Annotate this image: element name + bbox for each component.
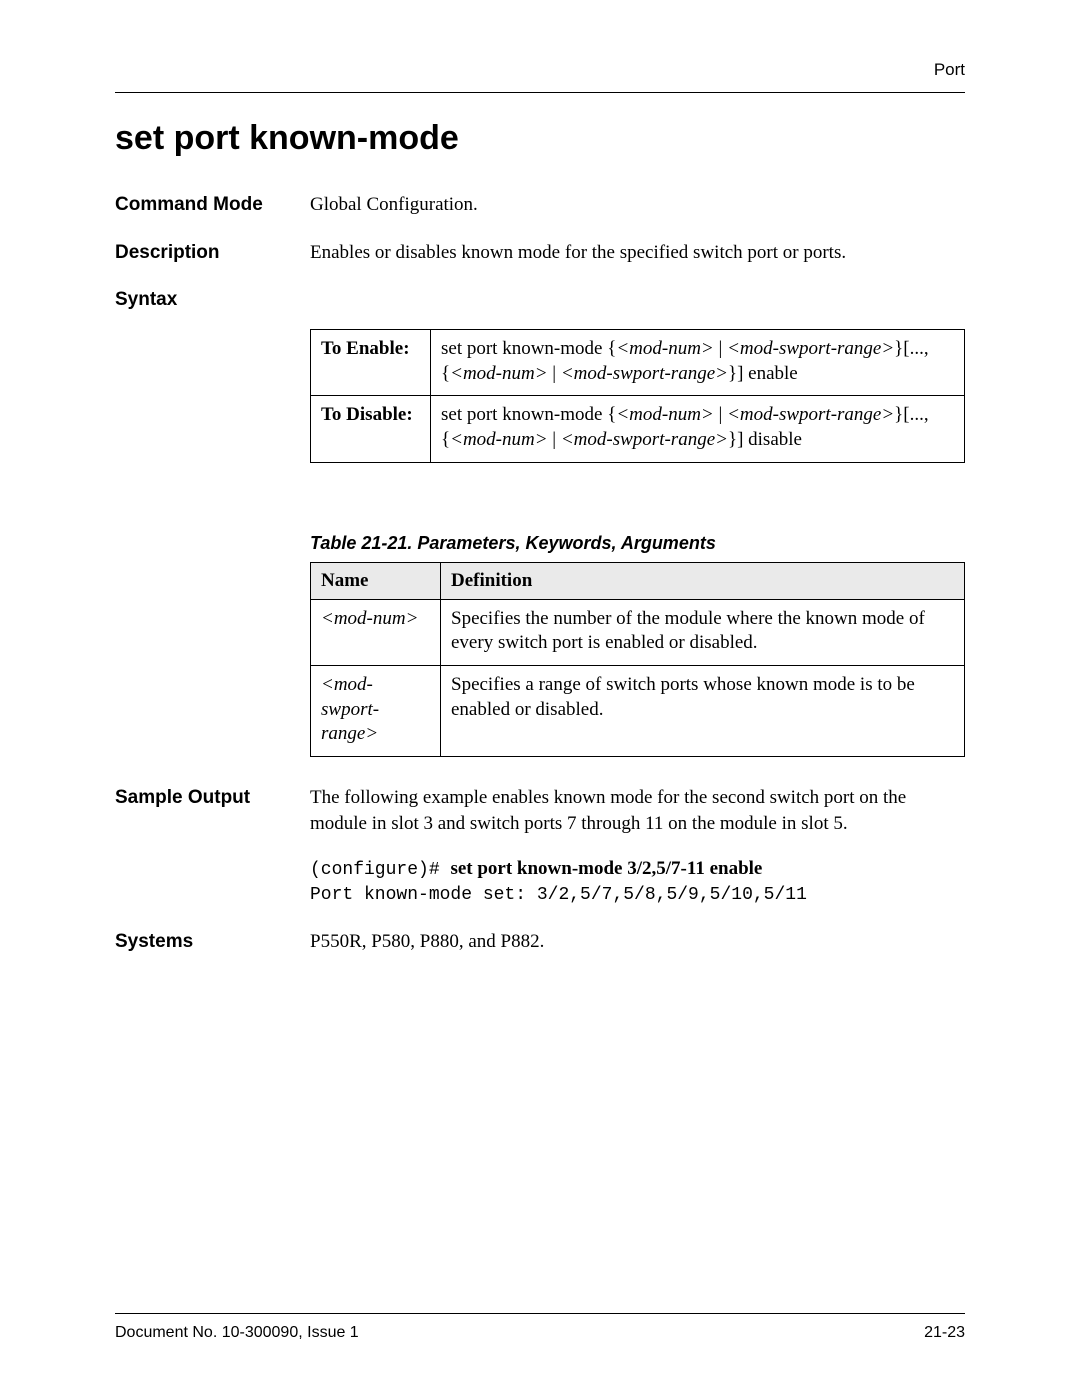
command-mode-value: Global Configuration. [310,192,965,218]
description-value: Enables or disables known mode for the s… [310,240,965,266]
syntax-block: Syntax To Enable: set port known-mode {<… [115,287,965,462]
syntax-row-label: To Disable: [311,396,431,462]
row-command-mode: Command Mode Global Configuration. [115,192,965,218]
param-def: Specifies a range of switch ports whose … [441,666,965,757]
systems-label: Systems [115,929,310,955]
table-row: To Enable: set port known-mode {<mod-num… [311,329,965,395]
syntax-row-body: set port known-mode {<mod-num> | <mod-sw… [431,396,965,462]
col-name: Name [311,562,441,599]
table-row: To Disable: set port known-mode {<mod-nu… [311,396,965,462]
syntax-table: To Enable: set port known-mode {<mod-num… [310,329,965,463]
table-row: <mod-num> Specifies the number of the mo… [311,599,965,665]
row-description: Description Enables or disables known mo… [115,240,965,266]
footer-page-number: 21-23 [924,1324,965,1342]
param-name: <mod-swport-range> [311,666,441,757]
table-row: <mod-swport-range> Specifies a range of … [311,666,965,757]
row-systems: Systems P550R, P580, P880, and P882. [115,929,965,955]
sample-output-intro: The following example enables known mode… [310,785,965,836]
command-mode-label: Command Mode [115,192,310,218]
console-result: Port known-mode set: 3/2,5/7,5/8,5/9,5/1… [310,885,807,905]
params-caption: Table 21-21. Parameters, Keywords, Argum… [310,533,965,554]
syntax-row-body: set port known-mode {<mod-num> | <mod-sw… [431,329,965,395]
page-header: Port [115,60,965,80]
syntax-row-label: To Enable: [311,329,431,395]
page-footer: Document No. 10-300090, Issue 1 21-23 [115,1313,965,1342]
sample-output-console: (configure)# set port known-mode 3/2,5/7… [310,856,965,907]
table-header-row: Name Definition [311,562,965,599]
console-command: set port known-mode 3/2,5/7-11 enable [450,858,762,879]
footer-doc-id: Document No. 10-300090, Issue 1 [115,1324,359,1342]
console-prompt: (configure)# [310,860,450,880]
param-name: <mod-num> [311,599,441,665]
systems-value: P550R, P580, P880, and P882. [310,929,965,955]
row-sample-output: Sample Output The following example enab… [115,785,965,907]
syntax-label: Syntax [115,287,310,313]
header-section: Port [934,60,965,79]
footer-rule [115,1313,965,1314]
col-definition: Definition [441,562,965,599]
command-title: set port known-mode [115,119,965,158]
params-table: Name Definition <mod-num> Specifies the … [310,562,965,757]
sample-output-label: Sample Output [115,785,310,811]
header-rule [115,92,965,93]
param-def: Specifies the number of the module where… [441,599,965,665]
description-label: Description [115,240,310,266]
